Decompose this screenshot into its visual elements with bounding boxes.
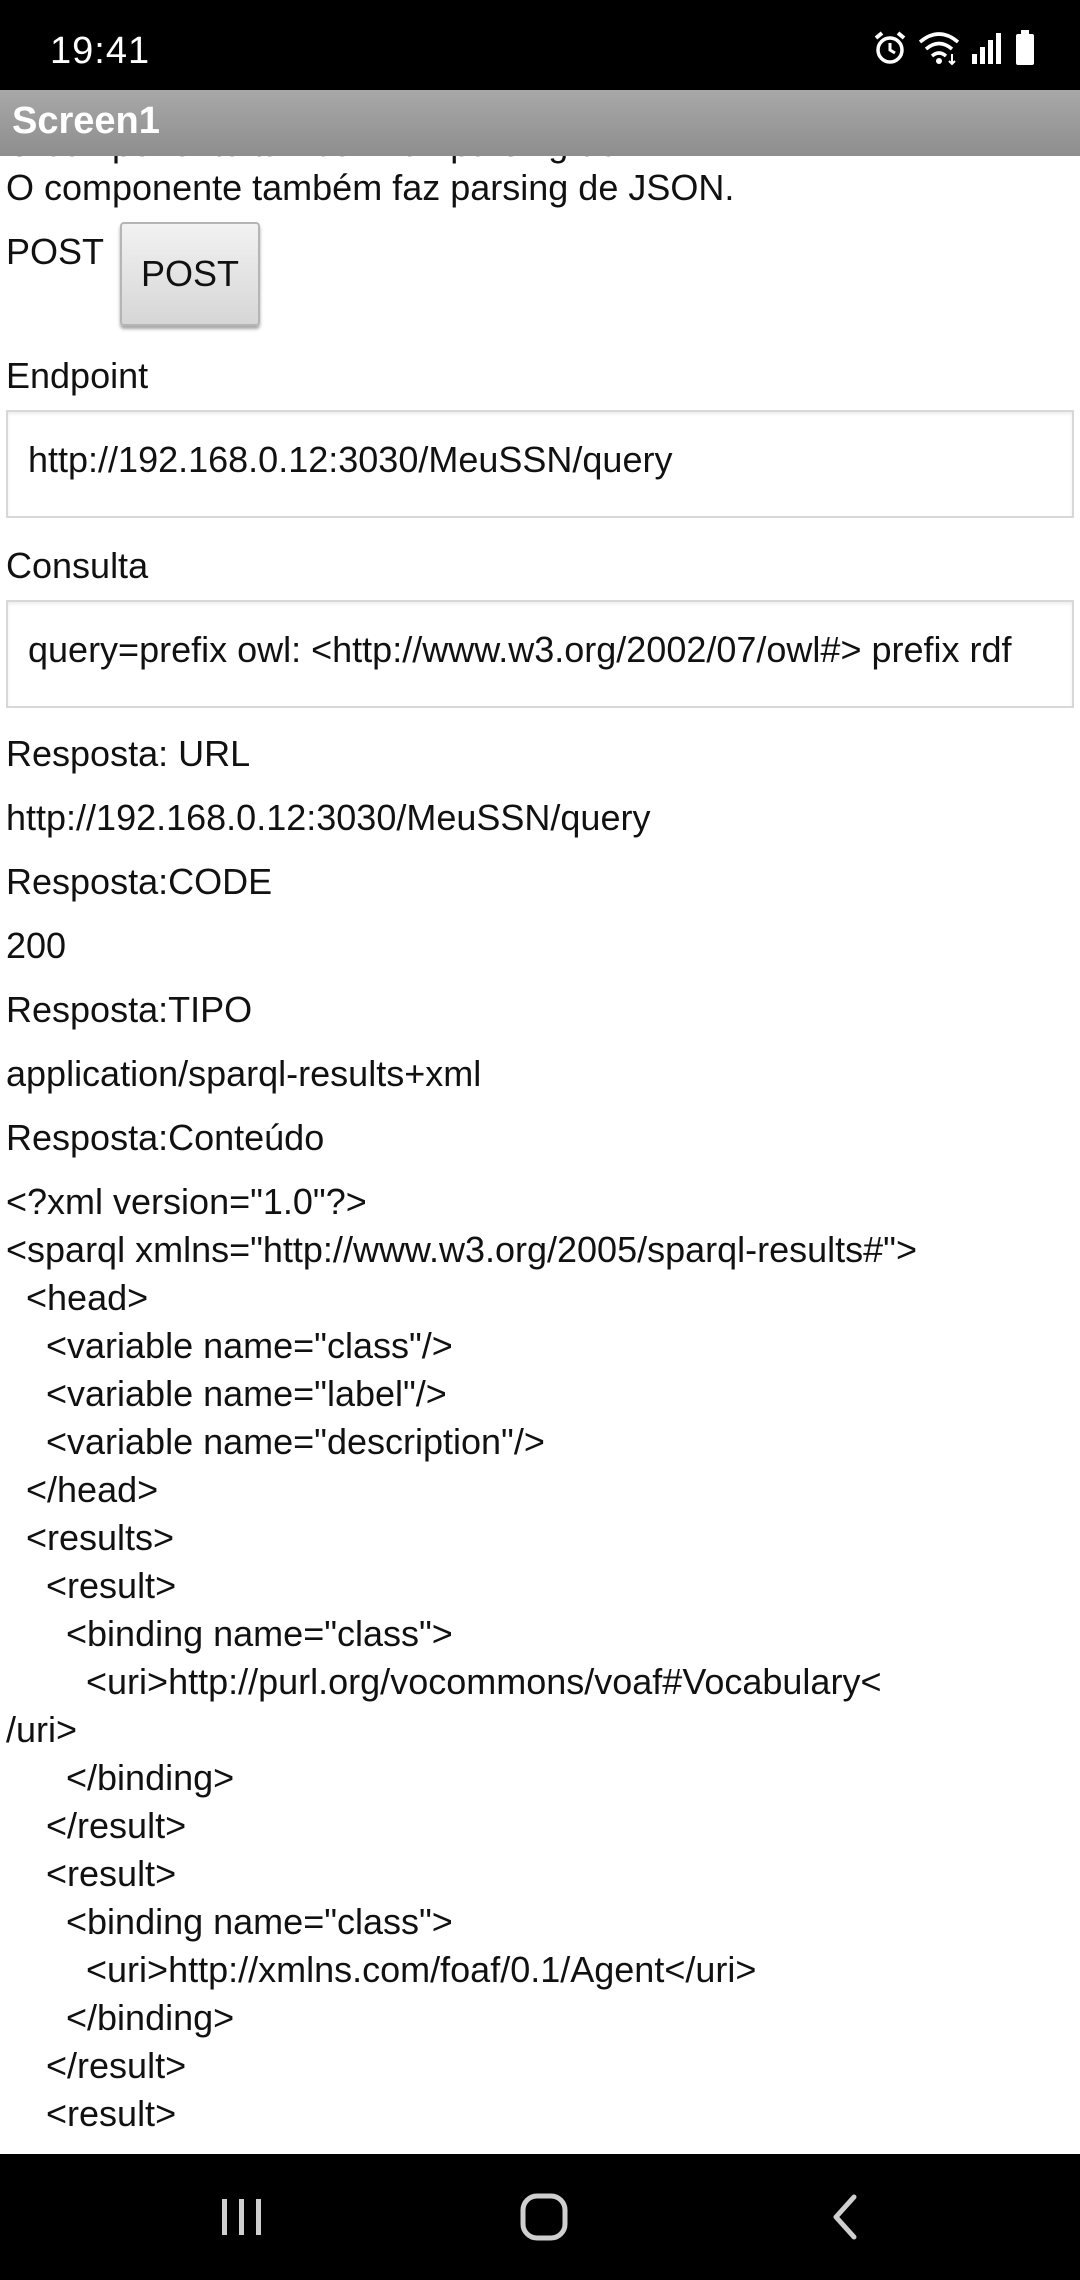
wifi-icon <box>918 30 960 66</box>
xml-line: </result> <box>6 1805 187 1846</box>
xml-line: <uri>http://purl.org/vocommons/voaf#Voca… <box>6 1661 882 1702</box>
consulta-field[interactable]: query=prefix owl: <http://www.w3.org/200… <box>6 600 1074 708</box>
endpoint-value: http://192.168.0.12:3030/MeuSSN/query <box>28 439 673 480</box>
resp-code-value: 200 <box>6 925 67 966</box>
alarm-icon <box>872 30 908 66</box>
recent-apps-icon[interactable] <box>202 2184 282 2250</box>
navigation-bar <box>0 2154 1080 2280</box>
resp-code-label: Resposta:CODE <box>6 861 273 902</box>
signal-icon <box>970 30 1004 66</box>
xml-line: <result> <box>6 1565 177 1606</box>
xml-line: <uri>http://xmlns.com/foaf/0.1/Agent</ur… <box>6 1949 757 1990</box>
home-icon[interactable] <box>504 2184 584 2250</box>
post-label: POST <box>6 231 105 272</box>
xml-line: </result> <box>6 2045 187 2086</box>
resp-url-label: Resposta: URL <box>6 733 251 774</box>
xml-line: </binding> <box>6 1757 235 1798</box>
xml-line: <?xml version="1.0"?> <box>6 1181 367 1222</box>
resp-tipo-label: Resposta:TIPO <box>6 989 253 1030</box>
screen-title: Screen1 <box>12 100 160 142</box>
xml-line: <variable name="description"/> <box>6 1421 545 1462</box>
xml-line: <binding name="class"> <box>6 1613 453 1654</box>
xml-line: </head> <box>6 1469 159 1510</box>
consulta-label: Consulta <box>6 545 149 586</box>
endpoint-field[interactable]: http://192.168.0.12:3030/MeuSSN/query <box>6 410 1074 518</box>
consulta-value: query=prefix owl: <http://www.w3.org/200… <box>28 629 1012 670</box>
status-icons <box>872 28 1036 68</box>
post-button[interactable]: POST <box>120 222 260 326</box>
resp-tipo-value: application/sparql-results+xml <box>6 1053 482 1094</box>
xml-line: /uri> <box>6 1709 78 1750</box>
status-time: 19:41 <box>50 30 151 72</box>
endpoint-label: Endpoint <box>6 355 149 396</box>
xml-line: </binding> <box>6 1997 235 2038</box>
app-title-bar: Screen1 <box>0 90 1080 156</box>
intro-text: O componente também faz parsing de JSON. <box>6 167 735 208</box>
xml-line: <sparql xmlns="http://www.w3.org/2005/sp… <box>6 1229 917 1270</box>
resp-url-value: http://192.168.0.12:3030/MeuSSN/query <box>6 797 651 838</box>
xml-line: <variable name="label"/> <box>6 1373 447 1414</box>
xml-line: <result> <box>6 2093 177 2134</box>
xml-line: <results> <box>6 1517 175 1558</box>
resp-conteudo-label: Resposta:Conteúdo <box>6 1117 325 1158</box>
back-icon[interactable] <box>806 2184 886 2250</box>
scrolled-text: O componente também faz parsing de XML. <box>6 156 712 166</box>
battery-icon <box>1014 29 1036 67</box>
xml-line: <binding name="class"> <box>6 1901 453 1942</box>
xml-line: <result> <box>6 1853 177 1894</box>
xml-line: <head> <box>6 1277 149 1318</box>
xml-line: <variable name="class"/> <box>6 1325 453 1366</box>
screen-content[interactable]: O componente também faz parsing de XML. … <box>0 156 1080 2154</box>
status-bar: 19:41 <box>0 0 1080 90</box>
